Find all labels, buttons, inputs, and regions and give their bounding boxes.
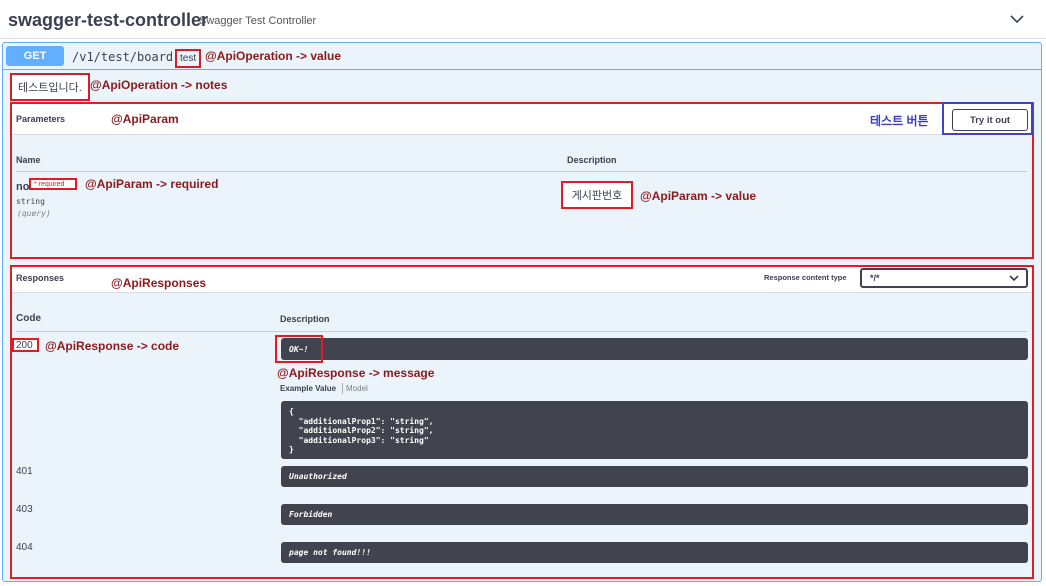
annotation-param-value: @ApiParam -> value: [640, 189, 757, 203]
response-code: 404: [16, 542, 33, 553]
response-message: Forbidden: [281, 504, 1028, 525]
annotation-api-responses: @ApiResponses: [111, 276, 207, 290]
try-it-out-button[interactable]: Try it out: [952, 109, 1028, 131]
response-message: page not found!!!: [281, 542, 1028, 563]
response-col-description: Description: [280, 314, 330, 324]
example-value-code: { "additionalProp1": "string", "addition…: [281, 401, 1028, 459]
annotation-response-message: @ApiResponse -> message: [277, 366, 435, 380]
tag-title[interactable]: swagger-test-controller: [8, 10, 208, 31]
response-code: 401: [16, 466, 33, 477]
tab-divider: [342, 383, 343, 394]
annotation-api-param: @ApiParam: [111, 112, 179, 126]
param-location: (query): [17, 209, 51, 218]
response-content-type-select[interactable]: */*: [860, 268, 1028, 288]
annotation-op-notes: @ApiOperation -> notes: [90, 78, 228, 92]
operation-path: /v1/test/board: [72, 50, 174, 64]
response-content-type-label: Response content type: [764, 273, 847, 282]
param-header-divider: [16, 171, 1027, 172]
parameters-title: Parameters: [16, 114, 66, 124]
annotation-test-button: 테스트 버튼: [870, 114, 929, 128]
operation-notes: 테스트입니다.: [10, 73, 90, 101]
operation-summary: test: [175, 49, 202, 68]
response-col-code: Code: [16, 313, 41, 324]
chevron-down-icon: [1008, 273, 1020, 285]
chevron-down-icon[interactable]: [1008, 12, 1026, 26]
param-type: string: [16, 197, 45, 206]
param-description: 게시판번호: [561, 181, 633, 209]
param-name: no: [16, 181, 30, 193]
example-value-tab[interactable]: Example Value: [280, 384, 336, 393]
response-code: 200: [12, 338, 39, 352]
param-required-badge: * required: [29, 178, 77, 190]
annotation-op-value: @ApiOperation -> value: [205, 49, 342, 63]
response-message: Unauthorized: [281, 466, 1028, 487]
response-message-highlight: [275, 335, 323, 363]
tag-description: Swagger Test Controller: [199, 15, 317, 27]
content-type-value: */*: [870, 273, 880, 283]
param-col-name: Name: [16, 155, 41, 165]
response-message: OK~!: [281, 338, 1028, 360]
response-header-divider: [16, 331, 1027, 332]
param-col-description: Description: [567, 155, 617, 165]
parameters-body: [12, 136, 1032, 257]
method-badge: GET: [6, 46, 64, 66]
model-tab[interactable]: Model: [346, 384, 368, 393]
responses-title: Responses: [16, 273, 65, 283]
response-code: 403: [16, 504, 33, 515]
annotation-param-required: @ApiParam -> required: [85, 177, 219, 191]
annotation-response-code: @ApiResponse -> code: [45, 339, 180, 353]
